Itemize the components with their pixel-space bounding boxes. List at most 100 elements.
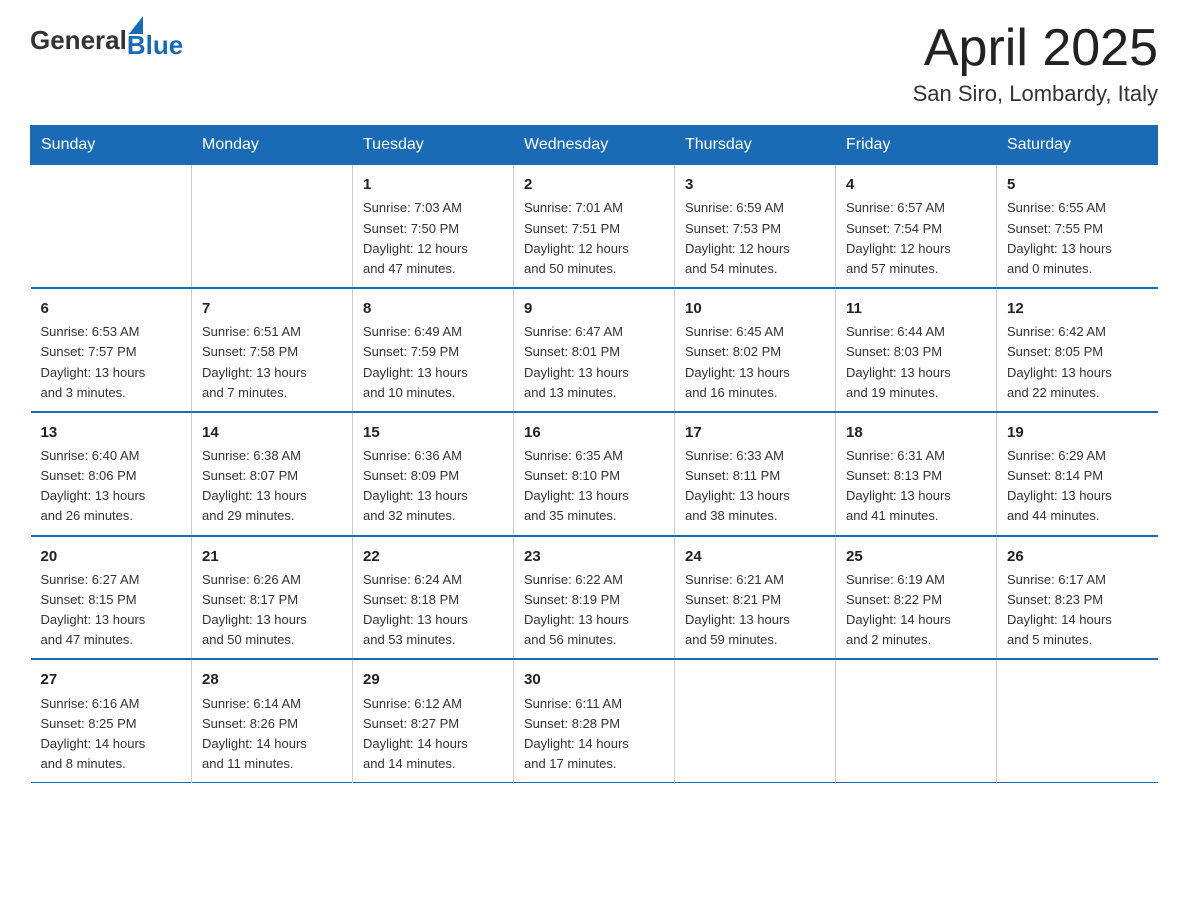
day-number: 27: [41, 668, 182, 691]
day-number: 10: [685, 297, 825, 320]
day-info: Sunrise: 6:45 AM Sunset: 8:02 PM Dayligh…: [685, 322, 825, 403]
day-number: 24: [685, 545, 825, 568]
day-info: Sunrise: 6:42 AM Sunset: 8:05 PM Dayligh…: [1007, 322, 1148, 403]
day-number: 6: [41, 297, 182, 320]
weekday-header-row: SundayMondayTuesdayWednesdayThursdayFrid…: [31, 126, 1158, 165]
day-number: 9: [524, 297, 664, 320]
calendar-cell: 1Sunrise: 7:03 AM Sunset: 7:50 PM Daylig…: [353, 165, 514, 288]
logo: General Blue: [30, 20, 183, 61]
day-info: Sunrise: 6:17 AM Sunset: 8:23 PM Dayligh…: [1007, 570, 1148, 651]
logo-general-text: General: [30, 25, 127, 56]
day-number: 23: [524, 545, 664, 568]
day-number: 14: [202, 421, 342, 444]
day-number: 28: [202, 668, 342, 691]
calendar-cell: [675, 659, 836, 782]
weekday-header-wednesday: Wednesday: [514, 126, 675, 165]
day-number: 3: [685, 173, 825, 196]
calendar-cell: [997, 659, 1158, 782]
weekday-header-tuesday: Tuesday: [353, 126, 514, 165]
calendar-cell: 10Sunrise: 6:45 AM Sunset: 8:02 PM Dayli…: [675, 288, 836, 412]
day-info: Sunrise: 6:11 AM Sunset: 8:28 PM Dayligh…: [524, 694, 664, 775]
calendar-cell: 21Sunrise: 6:26 AM Sunset: 8:17 PM Dayli…: [192, 536, 353, 660]
day-info: Sunrise: 6:21 AM Sunset: 8:21 PM Dayligh…: [685, 570, 825, 651]
calendar-cell: [31, 165, 192, 288]
calendar-cell: 16Sunrise: 6:35 AM Sunset: 8:10 PM Dayli…: [514, 412, 675, 536]
calendar-cell: 3Sunrise: 6:59 AM Sunset: 7:53 PM Daylig…: [675, 165, 836, 288]
calendar-cell: 8Sunrise: 6:49 AM Sunset: 7:59 PM Daylig…: [353, 288, 514, 412]
day-number: 25: [846, 545, 986, 568]
calendar-cell: 22Sunrise: 6:24 AM Sunset: 8:18 PM Dayli…: [353, 536, 514, 660]
calendar-week-row: 20Sunrise: 6:27 AM Sunset: 8:15 PM Dayli…: [31, 536, 1158, 660]
weekday-header-sunday: Sunday: [31, 126, 192, 165]
calendar-cell: 9Sunrise: 6:47 AM Sunset: 8:01 PM Daylig…: [514, 288, 675, 412]
day-number: 20: [41, 545, 182, 568]
day-info: Sunrise: 6:59 AM Sunset: 7:53 PM Dayligh…: [685, 198, 825, 279]
day-info: Sunrise: 6:40 AM Sunset: 8:06 PM Dayligh…: [41, 446, 182, 527]
day-info: Sunrise: 6:22 AM Sunset: 8:19 PM Dayligh…: [524, 570, 664, 651]
day-number: 2: [524, 173, 664, 196]
day-number: 1: [363, 173, 503, 196]
day-number: 16: [524, 421, 664, 444]
calendar-cell: 20Sunrise: 6:27 AM Sunset: 8:15 PM Dayli…: [31, 536, 192, 660]
day-info: Sunrise: 6:47 AM Sunset: 8:01 PM Dayligh…: [524, 322, 664, 403]
day-info: Sunrise: 6:16 AM Sunset: 8:25 PM Dayligh…: [41, 694, 182, 775]
title-section: April 2025 San Siro, Lombardy, Italy: [913, 20, 1158, 107]
calendar-cell: 24Sunrise: 6:21 AM Sunset: 8:21 PM Dayli…: [675, 536, 836, 660]
day-number: 29: [363, 668, 503, 691]
calendar-cell: 29 Sunrise: 6:12 AM Sunset: 8:27 PM Dayli…: [353, 659, 514, 782]
calendar-cell: 17Sunrise: 6:33 AM Sunset: 8:11 PM Dayli…: [675, 412, 836, 536]
day-number: 12: [1007, 297, 1148, 320]
weekday-header-friday: Friday: [836, 126, 997, 165]
calendar-week-row: 13Sunrise: 6:40 AM Sunset: 8:06 PM Dayli…: [31, 412, 1158, 536]
day-number: 15: [363, 421, 503, 444]
day-number: 4: [846, 173, 986, 196]
day-info: Sunrise: 6:31 AM Sunset: 8:13 PM Dayligh…: [846, 446, 986, 527]
day-number: 8: [363, 297, 503, 320]
day-info: Sunrise: 6:26 AM Sunset: 8:17 PM Dayligh…: [202, 570, 342, 651]
calendar-week-row: 1Sunrise: 7:03 AM Sunset: 7:50 PM Daylig…: [31, 165, 1158, 288]
day-info: Sunrise: 7:03 AM Sunset: 7:50 PM Dayligh…: [363, 198, 503, 279]
calendar-cell: 13Sunrise: 6:40 AM Sunset: 8:06 PM Dayli…: [31, 412, 192, 536]
calendar-cell: 25Sunrise: 6:19 AM Sunset: 8:22 PM Dayli…: [836, 536, 997, 660]
calendar-cell: 6Sunrise: 6:53 AM Sunset: 7:57 PM Daylig…: [31, 288, 192, 412]
day-info: Sunrise: 6:33 AM Sunset: 8:11 PM Dayligh…: [685, 446, 825, 527]
day-number: 19: [1007, 421, 1148, 444]
calendar-cell: [192, 165, 353, 288]
day-number: 22: [363, 545, 503, 568]
calendar-cell: 4Sunrise: 6:57 AM Sunset: 7:54 PM Daylig…: [836, 165, 997, 288]
day-number: 30: [524, 668, 664, 691]
day-number: 13: [41, 421, 182, 444]
calendar-cell: 15Sunrise: 6:36 AM Sunset: 8:09 PM Dayli…: [353, 412, 514, 536]
day-info: Sunrise: 6:44 AM Sunset: 8:03 PM Dayligh…: [846, 322, 986, 403]
day-number: 17: [685, 421, 825, 444]
day-info: Sunrise: 6:36 AM Sunset: 8:09 PM Dayligh…: [363, 446, 503, 527]
calendar-cell: [836, 659, 997, 782]
calendar-cell: 23Sunrise: 6:22 AM Sunset: 8:19 PM Dayli…: [514, 536, 675, 660]
day-info: Sunrise: 6:49 AM Sunset: 7:59 PM Dayligh…: [363, 322, 503, 403]
day-info: Sunrise: 6:51 AM Sunset: 7:58 PM Dayligh…: [202, 322, 342, 403]
calendar-cell: 27 Sunrise: 6:16 AM Sunset: 8:25 PM Dayli…: [31, 659, 192, 782]
day-info: Sunrise: 7:01 AM Sunset: 7:51 PM Dayligh…: [524, 198, 664, 279]
weekday-header-thursday: Thursday: [675, 126, 836, 165]
day-number: 18: [846, 421, 986, 444]
day-number: 26: [1007, 545, 1148, 568]
day-info: Sunrise: 6:24 AM Sunset: 8:18 PM Dayligh…: [363, 570, 503, 651]
calendar-cell: 26Sunrise: 6:17 AM Sunset: 8:23 PM Dayli…: [997, 536, 1158, 660]
calendar-week-row: 6Sunrise: 6:53 AM Sunset: 7:57 PM Daylig…: [31, 288, 1158, 412]
day-info: Sunrise: 6:12 AM Sunset: 8:27 PM Dayligh…: [363, 694, 503, 775]
day-number: 5: [1007, 173, 1148, 196]
calendar-cell: 12Sunrise: 6:42 AM Sunset: 8:05 PM Dayli…: [997, 288, 1158, 412]
calendar-cell: 14Sunrise: 6:38 AM Sunset: 8:07 PM Dayli…: [192, 412, 353, 536]
day-info: Sunrise: 6:19 AM Sunset: 8:22 PM Dayligh…: [846, 570, 986, 651]
location-label: San Siro, Lombardy, Italy: [913, 81, 1158, 107]
day-info: Sunrise: 6:29 AM Sunset: 8:14 PM Dayligh…: [1007, 446, 1148, 527]
day-info: Sunrise: 6:27 AM Sunset: 8:15 PM Dayligh…: [41, 570, 182, 651]
calendar-cell: 5Sunrise: 6:55 AM Sunset: 7:55 PM Daylig…: [997, 165, 1158, 288]
month-title: April 2025: [913, 20, 1158, 77]
calendar-cell: 18Sunrise: 6:31 AM Sunset: 8:13 PM Dayli…: [836, 412, 997, 536]
day-number: 7: [202, 297, 342, 320]
day-number: 11: [846, 297, 986, 320]
day-info: Sunrise: 6:57 AM Sunset: 7:54 PM Dayligh…: [846, 198, 986, 279]
calendar-cell: 28Sunrise: 6:14 AM Sunset: 8:26 PM Dayli…: [192, 659, 353, 782]
weekday-header-saturday: Saturday: [997, 126, 1158, 165]
